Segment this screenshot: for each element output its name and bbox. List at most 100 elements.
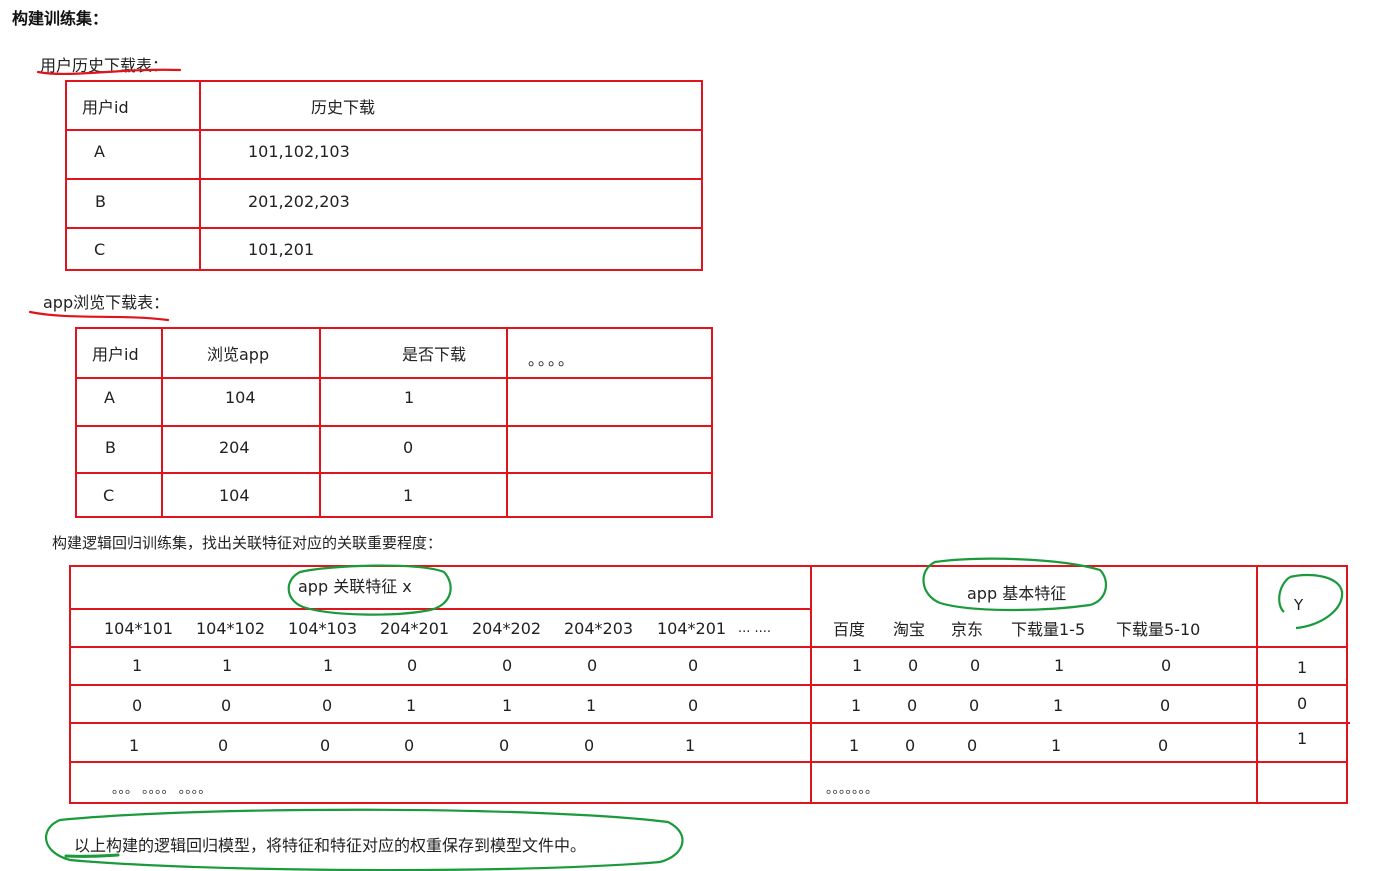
table2-border	[75, 327, 713, 518]
data-cell: 0	[584, 736, 595, 755]
basic-column-header: 下载量5-10	[1116, 620, 1201, 639]
table1-cell: 101,102,103	[248, 142, 350, 161]
data-cell: 1	[129, 736, 140, 755]
data-cell: 0	[322, 696, 333, 715]
data-cell: 1	[1053, 696, 1064, 715]
cross-column-header: 104*101	[104, 619, 174, 638]
table2-row-divider	[75, 425, 713, 427]
table1-cell: B	[95, 192, 106, 211]
table2-col-divider	[506, 327, 508, 518]
table2-cell: 204	[219, 438, 250, 457]
label-cell: 1	[1297, 658, 1308, 677]
table2-cell: 104	[219, 486, 250, 505]
data-cell: 1	[323, 656, 334, 675]
table1-caption: 用户历史下载表：	[40, 56, 169, 75]
data-cell: 0	[502, 656, 513, 675]
cross-column-header: 204*202	[472, 619, 542, 638]
data-cell: 0	[688, 696, 699, 715]
data-cell: 0	[218, 736, 229, 755]
cross-column-header: 104*102	[196, 619, 266, 638]
basic-column-header: 淘宝	[893, 620, 926, 639]
table1-header-user-id: 用户id	[82, 98, 129, 117]
basic-column-header: 京东	[951, 620, 984, 639]
data-cell: 0	[132, 696, 143, 715]
ellipsis-basic: 。。。。。。。	[826, 782, 879, 797]
table1-cell: A	[94, 142, 105, 161]
footer-note: 以上构建的逻辑回归模型，将特征和特征对应的权重保存到模型文件中。	[74, 836, 587, 855]
data-cell: 1	[406, 696, 417, 715]
table3-row-divider	[69, 722, 1350, 724]
table2-header-browse-app: 浏览app	[207, 345, 270, 364]
data-cell: 0	[1158, 736, 1169, 755]
table2-cell: 1	[404, 388, 415, 407]
table3-col-divider	[1256, 565, 1258, 804]
table2-row-divider	[75, 472, 713, 474]
table3-group-divider	[69, 608, 811, 610]
table1-cell: 101,201	[248, 240, 315, 259]
data-cell: 0	[967, 736, 978, 755]
data-cell: 0	[688, 656, 699, 675]
table2-cell: 1	[403, 486, 414, 505]
table1-row-divider	[65, 129, 703, 131]
table3-caption: 构建逻辑回归训练集，找出关联特征对应的关联重要程度：	[52, 534, 443, 552]
data-cell: 1	[502, 696, 513, 715]
label-cell: 1	[1297, 729, 1308, 748]
cross-feature-group-header: app 关联特征 x	[298, 577, 412, 596]
table2-cell: A	[104, 388, 115, 407]
data-cell: 1	[586, 696, 597, 715]
data-cell: 0	[905, 736, 916, 755]
label-y-header: Y	[1294, 596, 1304, 614]
table1-border	[65, 80, 703, 271]
ellipsis-cross: 。。。 。。。。 。。。。	[112, 782, 212, 797]
data-cell: 0	[969, 696, 980, 715]
table2-cell: 0	[403, 438, 414, 457]
data-cell: 0	[970, 656, 981, 675]
data-cell: 0	[221, 696, 232, 715]
table2-header-downloaded: 是否下载	[402, 345, 467, 364]
data-cell: 0	[407, 656, 418, 675]
data-cell: 0	[499, 736, 510, 755]
table2-caption: app浏览下载表：	[43, 293, 170, 312]
table1-cell: 201,202,203	[248, 192, 350, 211]
table2-header-more: 。。。。	[528, 350, 577, 369]
basic-column-header: 下载量1-5	[1011, 620, 1086, 639]
table1-header-history: 历史下载	[311, 98, 376, 117]
cross-column-header: 204*203	[564, 619, 634, 638]
table2-col-divider	[161, 327, 163, 518]
page-title: 构建训练集：	[12, 9, 109, 28]
data-cell: 0	[404, 736, 415, 755]
table1-row-divider	[65, 227, 703, 229]
cross-column-header: 104*201	[657, 619, 727, 638]
data-cell: 1	[849, 736, 860, 755]
data-cell: 1	[685, 736, 696, 755]
data-cell: 1	[1051, 736, 1062, 755]
table2-header-user-id: 用户id	[92, 345, 139, 364]
basic-column-header: 百度	[833, 620, 866, 639]
table3-row-divider	[69, 684, 1348, 686]
cross-column-header: 104*103	[288, 619, 358, 638]
table1-col-divider	[199, 80, 201, 271]
data-cell: 1	[1054, 656, 1065, 675]
cross-column-header-more: ... ....	[738, 621, 772, 636]
data-cell: 0	[907, 696, 918, 715]
data-cell: 1	[852, 656, 863, 675]
label-cell: 0	[1297, 694, 1308, 713]
table2-row-divider	[75, 377, 713, 379]
table2-cell: B	[105, 438, 116, 457]
data-cell: 0	[587, 656, 598, 675]
data-cell: 1	[132, 656, 143, 675]
table3-row-divider	[69, 646, 1348, 648]
data-cell: 0	[908, 656, 919, 675]
data-cell: 0	[320, 736, 331, 755]
table3-col-divider	[810, 565, 812, 804]
basic-feature-group-header: app 基本特征	[967, 584, 1067, 603]
cross-column-header: 204*201	[380, 619, 450, 638]
table2-cell: C	[103, 486, 115, 505]
data-cell: 0	[1160, 696, 1171, 715]
data-cell: 1	[222, 656, 233, 675]
table1-cell: C	[94, 240, 106, 259]
red-underline-table2	[28, 310, 170, 322]
table1-row-divider	[65, 178, 703, 180]
table3-row-divider	[69, 761, 1348, 763]
data-cell: 0	[1161, 656, 1172, 675]
